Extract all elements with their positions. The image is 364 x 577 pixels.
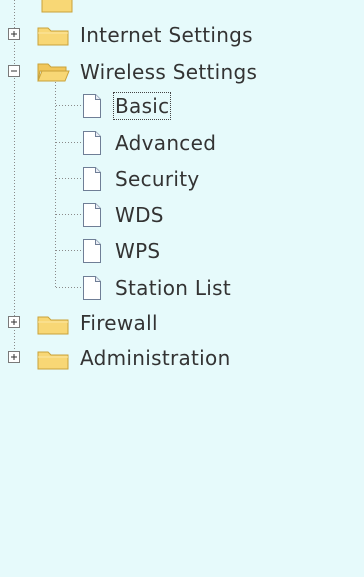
page-icon [83,131,101,155]
tree-node-label[interactable]: WPS [115,239,160,263]
tree-node-label[interactable]: Advanced [115,131,216,155]
tree-leaf-advanced[interactable]: Advanced [0,128,364,158]
tree-node-administration[interactable]: Administration [0,343,364,373]
tree-node-label[interactable]: Basic [112,92,172,120]
tree-node-label[interactable]: Firewall [80,311,158,335]
tree-node-label[interactable]: Administration [80,346,231,370]
tree-node-wireless-settings[interactable]: Wireless Settings [0,56,364,86]
plus-box-icon[interactable] [8,351,20,363]
folder-icon [37,351,69,370]
tree-node-firewall[interactable]: Firewall [0,308,364,338]
tree-node-internet-settings[interactable]: Internet Settings [0,20,364,50]
page-icon [83,239,101,263]
tree-node-label[interactable]: Security [115,167,200,191]
tree-node-label[interactable]: Internet Settings [80,23,253,47]
tree-node-label[interactable]: WDS [115,203,164,227]
page-icon [83,276,101,300]
tree-row-hidden-top [0,0,364,16]
folder-open-icon [37,63,70,82]
tree-leaf-security[interactable]: Security [0,164,364,194]
page-icon [83,94,101,118]
navigation-tree: Internet Settings Wireless Settings Basi… [0,0,364,577]
page-icon [83,167,101,191]
plus-box-icon[interactable] [8,28,20,40]
folder-icon [37,27,69,46]
tree-leaf-wps[interactable]: WPS [0,236,364,266]
tree-node-label[interactable]: Wireless Settings [80,60,257,84]
page-icon [83,203,101,227]
minus-box-icon[interactable] [8,65,20,77]
folder-icon [41,0,73,13]
tree-leaf-wds[interactable]: WDS [0,200,364,230]
tree-leaf-station-list[interactable]: Station List [0,273,364,303]
tree-leaf-basic[interactable]: Basic [0,91,364,121]
plus-box-icon[interactable] [8,316,20,328]
folder-icon [37,316,69,335]
tree-node-label[interactable]: Station List [115,276,231,300]
